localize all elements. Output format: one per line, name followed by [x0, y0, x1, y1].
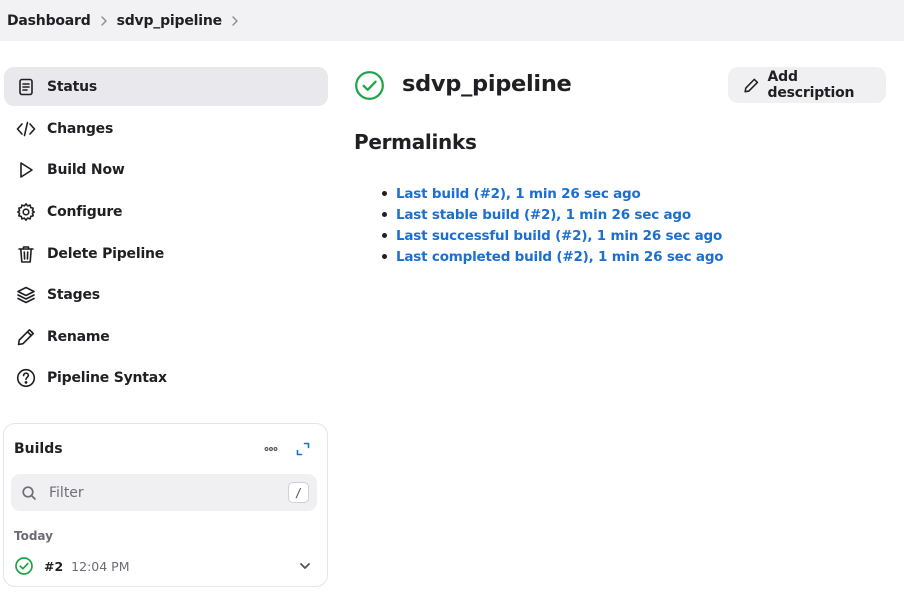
sidebar-item-changes[interactable]: Changes [4, 108, 328, 150]
trash-icon [15, 243, 37, 265]
bullet [382, 233, 387, 238]
sidebar-item-label: Pipeline Syntax [47, 370, 167, 387]
success-check-icon [14, 556, 34, 576]
play-icon [15, 159, 37, 181]
keyboard-shortcut-badge: / [288, 482, 309, 503]
page-title: sdvp_pipeline [402, 71, 572, 97]
help-icon [15, 367, 37, 389]
sidebar-item-label: Stages [47, 287, 100, 304]
build-time: 12:04 PM [71, 558, 130, 574]
sidebar-item-label: Build Now [47, 162, 125, 179]
add-description-button[interactable]: Add description [728, 67, 886, 103]
gear-icon [15, 201, 37, 223]
layers-icon [15, 284, 37, 306]
builds-panel: Builds / Today #2 12:04 PM [3, 423, 328, 587]
sidebar-item-label: Status [47, 78, 98, 95]
chevron-right-icon[interactable] [91, 15, 117, 27]
list-item: Last completed build (#2), 1 min 26 sec … [380, 246, 724, 267]
sidebar-item-build-now[interactable]: Build Now [4, 150, 328, 192]
sidebar-item-status[interactable]: Status [4, 67, 328, 106]
sidebar-item-delete-pipeline[interactable]: Delete Pipeline [4, 233, 328, 275]
permalink-last-build[interactable]: Last build (#2), 1 min 26 sec ago [396, 186, 641, 202]
add-description-label: Add description [767, 69, 855, 101]
permalinks-list: Last build (#2), 1 min 26 sec ago Last s… [380, 183, 724, 267]
bullet [382, 191, 387, 196]
sidebar-item-label: Configure [47, 203, 123, 220]
search-icon [21, 484, 39, 502]
more-icon[interactable] [262, 440, 280, 458]
list-item: Last stable build (#2), 1 min 26 sec ago [380, 204, 723, 225]
build-number[interactable]: #2 [44, 559, 63, 574]
document-icon [15, 76, 37, 98]
sidebar-item-pipeline-syntax[interactable]: Pipeline Syntax [4, 358, 328, 400]
breadcrumb-dashboard[interactable]: Dashboard [7, 13, 91, 29]
bullet [382, 212, 387, 217]
pencil-icon [15, 326, 37, 348]
permalink-last-stable-build[interactable]: Last stable build (#2), 1 min 26 sec ago [396, 207, 691, 223]
sidebar-item-label: Rename [47, 328, 110, 345]
pencil-icon [744, 78, 759, 93]
build-row[interactable]: #2 12:04 PM [14, 555, 314, 577]
list-item: Last successful build (#2), 1 min 26 sec… [380, 225, 723, 246]
builds-filter: / [11, 474, 317, 511]
permalink-last-successful-build[interactable]: Last successful build (#2), 1 min 26 sec… [396, 228, 722, 244]
code-icon [15, 118, 37, 140]
filter-input[interactable] [49, 484, 269, 501]
build-group-label: Today [14, 529, 53, 543]
permalinks-heading: Permalinks [354, 130, 477, 154]
sidebar-item-rename[interactable]: Rename [4, 316, 328, 358]
permalink-last-completed-build[interactable]: Last completed build (#2), 1 min 26 sec … [396, 249, 724, 265]
breadcrumb: Dashboard sdvp_pipeline [0, 0, 904, 41]
list-item: Last build (#2), 1 min 26 sec ago [380, 183, 723, 204]
breadcrumb-sdvp-pipeline[interactable]: sdvp_pipeline [117, 13, 223, 29]
expand-icon[interactable] [294, 440, 312, 458]
sidebar: Status Changes Build Now Configure Delet… [4, 67, 328, 399]
sidebar-item-stages[interactable]: Stages [4, 274, 328, 316]
chevron-right-icon[interactable] [222, 15, 248, 27]
sidebar-item-configure[interactable]: Configure [4, 191, 328, 233]
success-check-icon [354, 70, 385, 101]
builds-title: Builds [14, 441, 63, 457]
bullet [382, 254, 387, 259]
sidebar-item-label: Changes [47, 120, 114, 137]
chevron-down-icon[interactable] [298, 558, 314, 574]
sidebar-item-label: Delete Pipeline [47, 245, 165, 262]
